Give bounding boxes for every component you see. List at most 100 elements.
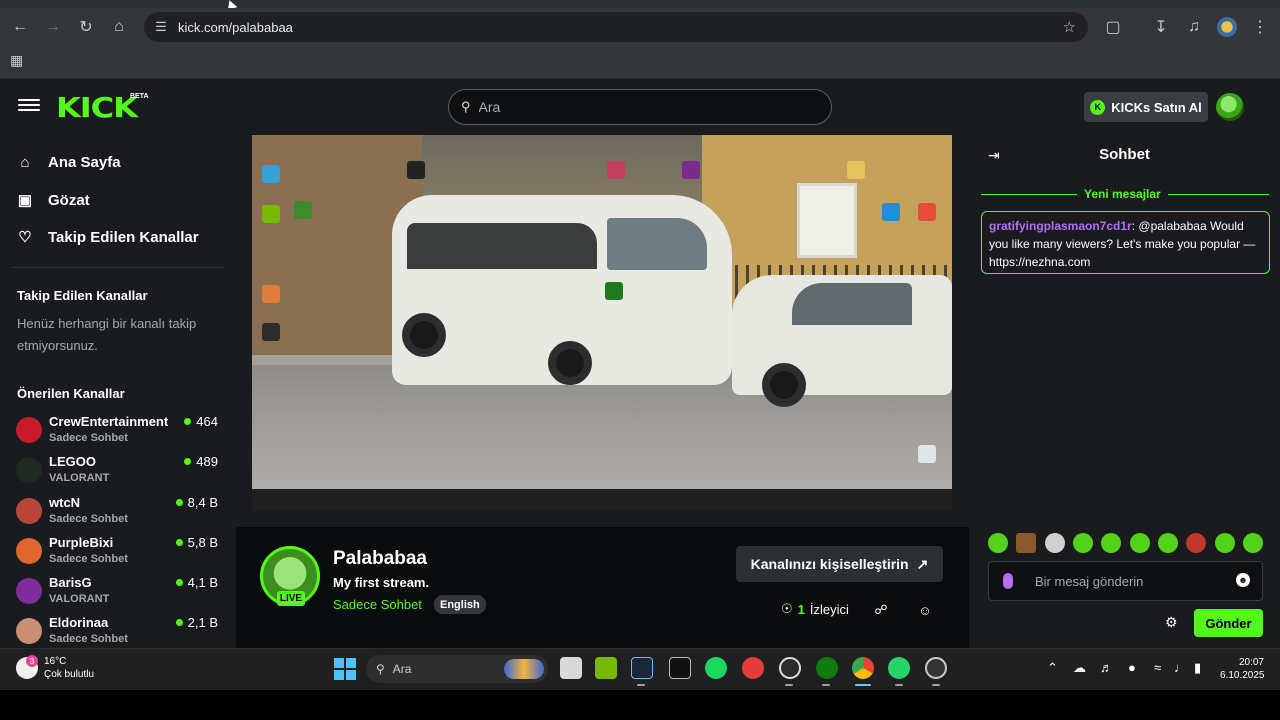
letterbox bbox=[0, 690, 1280, 720]
share-icon[interactable]: ☍ bbox=[871, 600, 891, 620]
kick-logo[interactable]: KICK bbox=[56, 91, 138, 124]
forward-icon[interactable]: → bbox=[37, 8, 69, 46]
recommended-channel[interactable]: PurpleBixi Sadece Sohbet 5,8 B bbox=[16, 535, 222, 573]
chat-input-box[interactable]: ☻ bbox=[988, 561, 1263, 601]
emote-icon[interactable] bbox=[1214, 533, 1235, 553]
customize-channel-button[interactable]: Kanalınızı kişiselleştirin ↗ bbox=[736, 546, 943, 582]
back-icon[interactable]: ← bbox=[4, 8, 36, 46]
collapse-chat-icon[interactable]: ⇥ bbox=[988, 147, 1000, 164]
chat-input[interactable] bbox=[1035, 573, 1225, 589]
home-icon[interactable]: ⌂ bbox=[103, 8, 135, 46]
desktop-icon bbox=[262, 323, 280, 341]
wifi-icon[interactable]: ≈ bbox=[1154, 660, 1161, 675]
running-indicator bbox=[785, 684, 793, 686]
emote-icon[interactable] bbox=[1072, 533, 1093, 553]
channel-avatar bbox=[16, 417, 42, 443]
xbox-icon[interactable] bbox=[816, 657, 838, 679]
sidebar-item-browse[interactable]: ▣ Gözat bbox=[16, 191, 90, 210]
recommended-channel[interactable]: LEGOO VALORANT 489 bbox=[16, 454, 222, 492]
hamburger-menu-icon[interactable] bbox=[18, 96, 40, 118]
stream-category[interactable]: Sadece Sohbet bbox=[333, 597, 422, 612]
recommended-channel[interactable]: CrewEntertainment Sadece Sohbet 464 bbox=[16, 414, 222, 452]
app-icon[interactable] bbox=[925, 657, 947, 679]
sidebar-item-label: Gözat bbox=[48, 191, 90, 209]
apps-icon[interactable]: ▦ bbox=[10, 52, 23, 69]
running-indicator bbox=[895, 684, 903, 686]
menu-icon[interactable]: ⋮ bbox=[1244, 8, 1276, 46]
youtube-music-icon[interactable] bbox=[742, 657, 764, 679]
video-wheel bbox=[402, 313, 446, 357]
emote-icon[interactable] bbox=[1242, 533, 1263, 553]
profile-icon[interactable] bbox=[1217, 17, 1237, 37]
channel-name[interactable]: Palababaa bbox=[333, 548, 427, 570]
emote-icon[interactable] bbox=[1016, 533, 1037, 553]
emote-icon[interactable] bbox=[1044, 533, 1065, 553]
viewer-label: İzleyici bbox=[809, 601, 849, 617]
volume-icon[interactable]: ♬ bbox=[1100, 660, 1113, 675]
stream-video[interactable] bbox=[252, 135, 952, 511]
emote-icon[interactable] bbox=[1186, 533, 1207, 553]
channel-category: VALORANT bbox=[49, 593, 110, 605]
recommended-channel[interactable]: BarisG VALORANT 4,1 B bbox=[16, 575, 222, 613]
channel-viewers: 464 bbox=[184, 414, 218, 429]
weather-widget[interactable]: 3 16°C Çok bulutlu bbox=[16, 655, 94, 681]
video-taskbar bbox=[252, 489, 952, 511]
obs-icon[interactable] bbox=[779, 657, 801, 679]
follow-user-icon[interactable]: ☺ bbox=[915, 600, 935, 620]
file-explorer-icon[interactable] bbox=[560, 657, 582, 679]
chevron-up-icon[interactable]: ⌃ bbox=[1047, 660, 1058, 676]
emote-icon[interactable] bbox=[988, 533, 1008, 553]
language-tag[interactable]: English bbox=[434, 595, 486, 614]
address-bar[interactable]: ☰ kick.com/palababaa ☆ bbox=[144, 12, 1088, 42]
search-input[interactable] bbox=[478, 99, 799, 115]
chat-username[interactable]: gratifyingplasmaon7cd1r bbox=[989, 219, 1132, 233]
whatsapp-icon[interactable] bbox=[888, 657, 910, 679]
battery-icon[interactable]: ▮ bbox=[1194, 660, 1201, 676]
channel-category: Sadece Sohbet bbox=[49, 432, 128, 444]
download-icon[interactable]: ↧ bbox=[1145, 8, 1177, 46]
recommended-channel[interactable]: wtcN Sadece Sohbet 8,4 B bbox=[16, 495, 222, 533]
media-control-icon[interactable]: ♫ bbox=[1178, 8, 1210, 46]
search-highlight-image bbox=[504, 659, 544, 679]
emote-icon[interactable] bbox=[1129, 533, 1150, 553]
spotify-icon[interactable] bbox=[705, 657, 727, 679]
sidebar-item-label: Takip Edilen Kanallar bbox=[48, 228, 199, 246]
start-button[interactable] bbox=[334, 658, 356, 680]
followed-channels-heading: Takip Edilen Kanallar bbox=[17, 288, 148, 303]
tab-strip bbox=[0, 0, 1280, 8]
epic-games-icon[interactable] bbox=[669, 657, 691, 679]
video-van-window bbox=[407, 223, 597, 269]
url-text[interactable]: kick.com/palababaa bbox=[178, 20, 293, 35]
recommended-channel[interactable]: Eldorinaa Sadece Sohbet 2,1 B bbox=[16, 615, 222, 647]
microphone-icon[interactable] bbox=[1003, 573, 1013, 589]
chat-settings-icon[interactable]: ⚙ bbox=[1165, 614, 1178, 631]
bookmark-star-icon[interactable]: ☆ bbox=[1063, 18, 1076, 36]
taskbar-search[interactable]: ⚲ Ara bbox=[366, 655, 548, 683]
emote-icon[interactable] bbox=[1101, 533, 1122, 553]
send-button[interactable]: Gönder bbox=[1194, 609, 1263, 637]
chrome-icon[interactable] bbox=[852, 657, 874, 679]
video-wheel bbox=[548, 341, 592, 385]
speaker-icon[interactable]: ♩ bbox=[1174, 660, 1187, 675]
extensions-icon[interactable]: ▢ bbox=[1097, 8, 1129, 46]
sidebar-item-home[interactable]: ⌂ Ana Sayfa bbox=[16, 154, 120, 171]
nvidia-icon[interactable] bbox=[595, 657, 617, 679]
weather-desc: Çok bulutlu bbox=[44, 669, 95, 680]
reload-icon[interactable]: ↻ bbox=[70, 8, 102, 46]
user-avatar[interactable] bbox=[1216, 93, 1244, 121]
site-settings-icon[interactable]: ☰ bbox=[144, 19, 178, 35]
emoji-picker-icon[interactable]: ☻ bbox=[1236, 573, 1250, 587]
chat-message[interactable]: gratifyingplasmaon7cd1r: @palababaa Woul… bbox=[981, 211, 1270, 274]
buy-kicks-button[interactable]: K KICKs Satın Al bbox=[1084, 92, 1208, 122]
steam-icon[interactable] bbox=[631, 657, 653, 679]
search-box[interactable]: ⚲ bbox=[448, 89, 832, 125]
microphone-icon[interactable]: ● bbox=[1128, 660, 1136, 675]
system-clock[interactable]: 20:07 6.10.2025 bbox=[1220, 656, 1265, 682]
weather-badge: 3 bbox=[26, 655, 38, 667]
channel-category: VALORANT bbox=[49, 472, 110, 484]
emote-icon[interactable] bbox=[1157, 533, 1178, 553]
onedrive-icon[interactable]: ☁ bbox=[1073, 660, 1086, 676]
recommended-channels-heading: Önerilen Kanallar bbox=[17, 386, 125, 401]
sidebar-item-following[interactable]: ♡ Takip Edilen Kanallar bbox=[16, 228, 199, 247]
external-link-icon: ↗ bbox=[916, 555, 929, 572]
